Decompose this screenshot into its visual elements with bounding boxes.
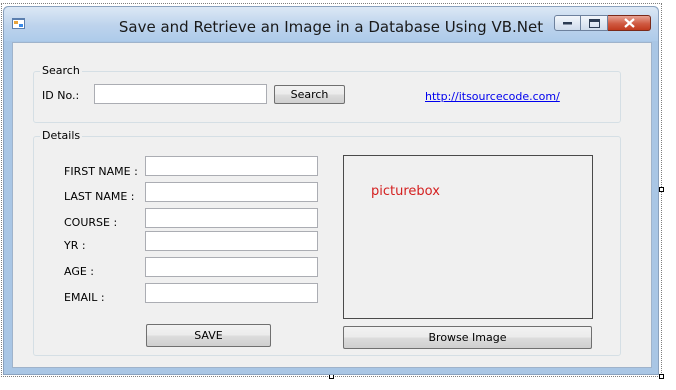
form-window: Save and Retrieve an Image in a Database… <box>3 6 659 375</box>
last-name-input[interactable] <box>145 182 318 202</box>
age-input[interactable] <box>145 257 318 277</box>
search-button[interactable]: Search <box>274 85 345 104</box>
details-groupbox: Details FIRST NAME : LAST NAME : COURSE … <box>33 129 621 356</box>
picturebox-placeholder: picturebox <box>371 184 440 199</box>
yr-input[interactable] <box>145 231 318 251</box>
details-group-title: Details <box>40 129 83 142</box>
email-input[interactable] <box>145 283 318 303</box>
picturebox[interactable]: picturebox <box>343 155 593 319</box>
yr-label: YR : <box>64 239 86 252</box>
first-name-label: FIRST NAME : <box>64 165 138 178</box>
resize-grip-right[interactable] <box>659 187 664 192</box>
age-label: AGE : <box>64 265 95 278</box>
browse-image-button[interactable]: Browse Image <box>343 326 592 349</box>
resize-grip-corner[interactable] <box>659 374 664 379</box>
title-bar[interactable]: Save and Retrieve an Image in a Database… <box>4 7 658 41</box>
maximize-button[interactable] <box>581 15 608 31</box>
search-groupbox: Search ID No.: Search http://itsourcecod… <box>33 64 621 123</box>
id-label: ID No.: <box>42 89 80 102</box>
search-group-title: Search <box>40 64 82 77</box>
minimize-icon <box>563 22 572 25</box>
course-input[interactable] <box>145 208 318 228</box>
email-label: EMAIL : <box>64 291 105 304</box>
caption-buttons <box>554 15 651 33</box>
save-button[interactable]: SAVE <box>146 324 271 347</box>
website-link[interactable]: http://itsourcecode.com/ <box>425 90 560 103</box>
last-name-label: LAST NAME : <box>64 190 135 203</box>
form-client-area: Search ID No.: Search http://itsourcecod… <box>12 42 652 368</box>
first-name-input[interactable] <box>145 156 318 176</box>
minimize-button[interactable] <box>554 15 581 31</box>
course-label: COURSE : <box>64 216 118 229</box>
id-input[interactable] <box>94 84 267 104</box>
close-icon <box>623 18 635 28</box>
maximize-icon <box>588 18 600 28</box>
close-button[interactable] <box>608 15 651 31</box>
